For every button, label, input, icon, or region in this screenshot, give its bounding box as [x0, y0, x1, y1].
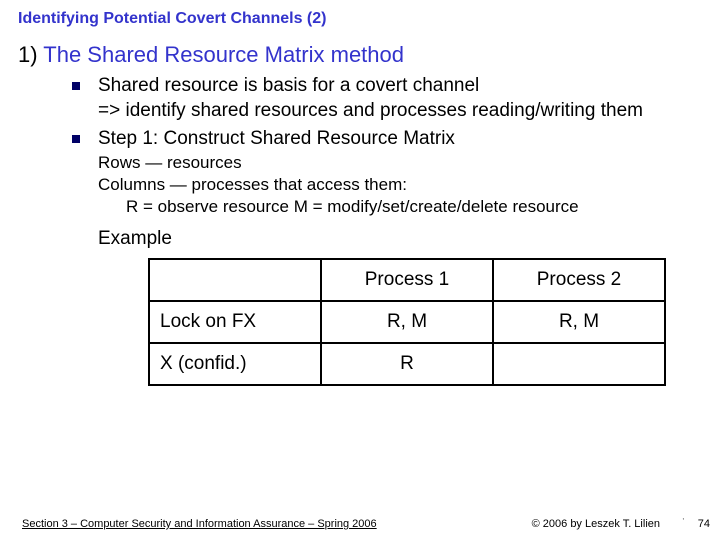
table-row: X (confid.) R	[149, 343, 665, 385]
bullet-list: Shared resource is basis for a covert ch…	[72, 74, 702, 152]
heading-number: 1)	[18, 42, 38, 67]
bullet-line: => identify shared resources and process…	[98, 99, 643, 124]
heading-text: The Shared Resource Matrix method	[38, 42, 404, 67]
table-header-blank	[149, 259, 321, 301]
footer-copyright: © 2006 by Leszek T. Lilien	[532, 518, 660, 530]
example-label: Example	[98, 228, 702, 250]
cell	[493, 343, 665, 385]
sub-line-indent: R = observe resource M = modify/set/crea…	[98, 196, 702, 218]
table-header: Process 1	[321, 259, 493, 301]
square-bullet-icon	[72, 135, 80, 143]
cell: R	[321, 343, 493, 385]
row-label: Lock on FX	[149, 301, 321, 343]
bullet-line: Step 1: Construct Shared Resource Matrix	[98, 127, 455, 152]
sub-line: Columns — processes that access them:	[98, 174, 702, 196]
table-row: Process 1 Process 2	[149, 259, 665, 301]
footer-tick-mark: '	[682, 517, 684, 526]
bullet-line: Shared resource is basis for a covert ch…	[98, 74, 643, 99]
cell: R, M	[321, 301, 493, 343]
footer-left: Section 3 – Computer Security and Inform…	[22, 518, 377, 530]
sub-notes: Rows — resources Columns — processes tha…	[98, 152, 702, 218]
table-row: Lock on FX R, M R, M	[149, 301, 665, 343]
bullet-text: Shared resource is basis for a covert ch…	[98, 74, 643, 123]
section-heading: 1) The Shared Resource Matrix method	[18, 42, 702, 68]
square-bullet-icon	[72, 82, 80, 90]
resource-matrix-table: Process 1 Process 2 Lock on FX R, M R, M…	[148, 258, 666, 386]
page-number: 74	[698, 518, 710, 530]
table-header: Process 2	[493, 259, 665, 301]
bullet-text: Step 1: Construct Shared Resource Matrix	[98, 127, 455, 152]
sub-line: Rows — resources	[98, 152, 702, 174]
bullet-item: Step 1: Construct Shared Resource Matrix	[72, 127, 702, 152]
slide-title: Identifying Potential Covert Channels (2…	[18, 10, 702, 28]
cell: R, M	[493, 301, 665, 343]
bullet-item: Shared resource is basis for a covert ch…	[72, 74, 702, 123]
row-label: X (confid.)	[149, 343, 321, 385]
